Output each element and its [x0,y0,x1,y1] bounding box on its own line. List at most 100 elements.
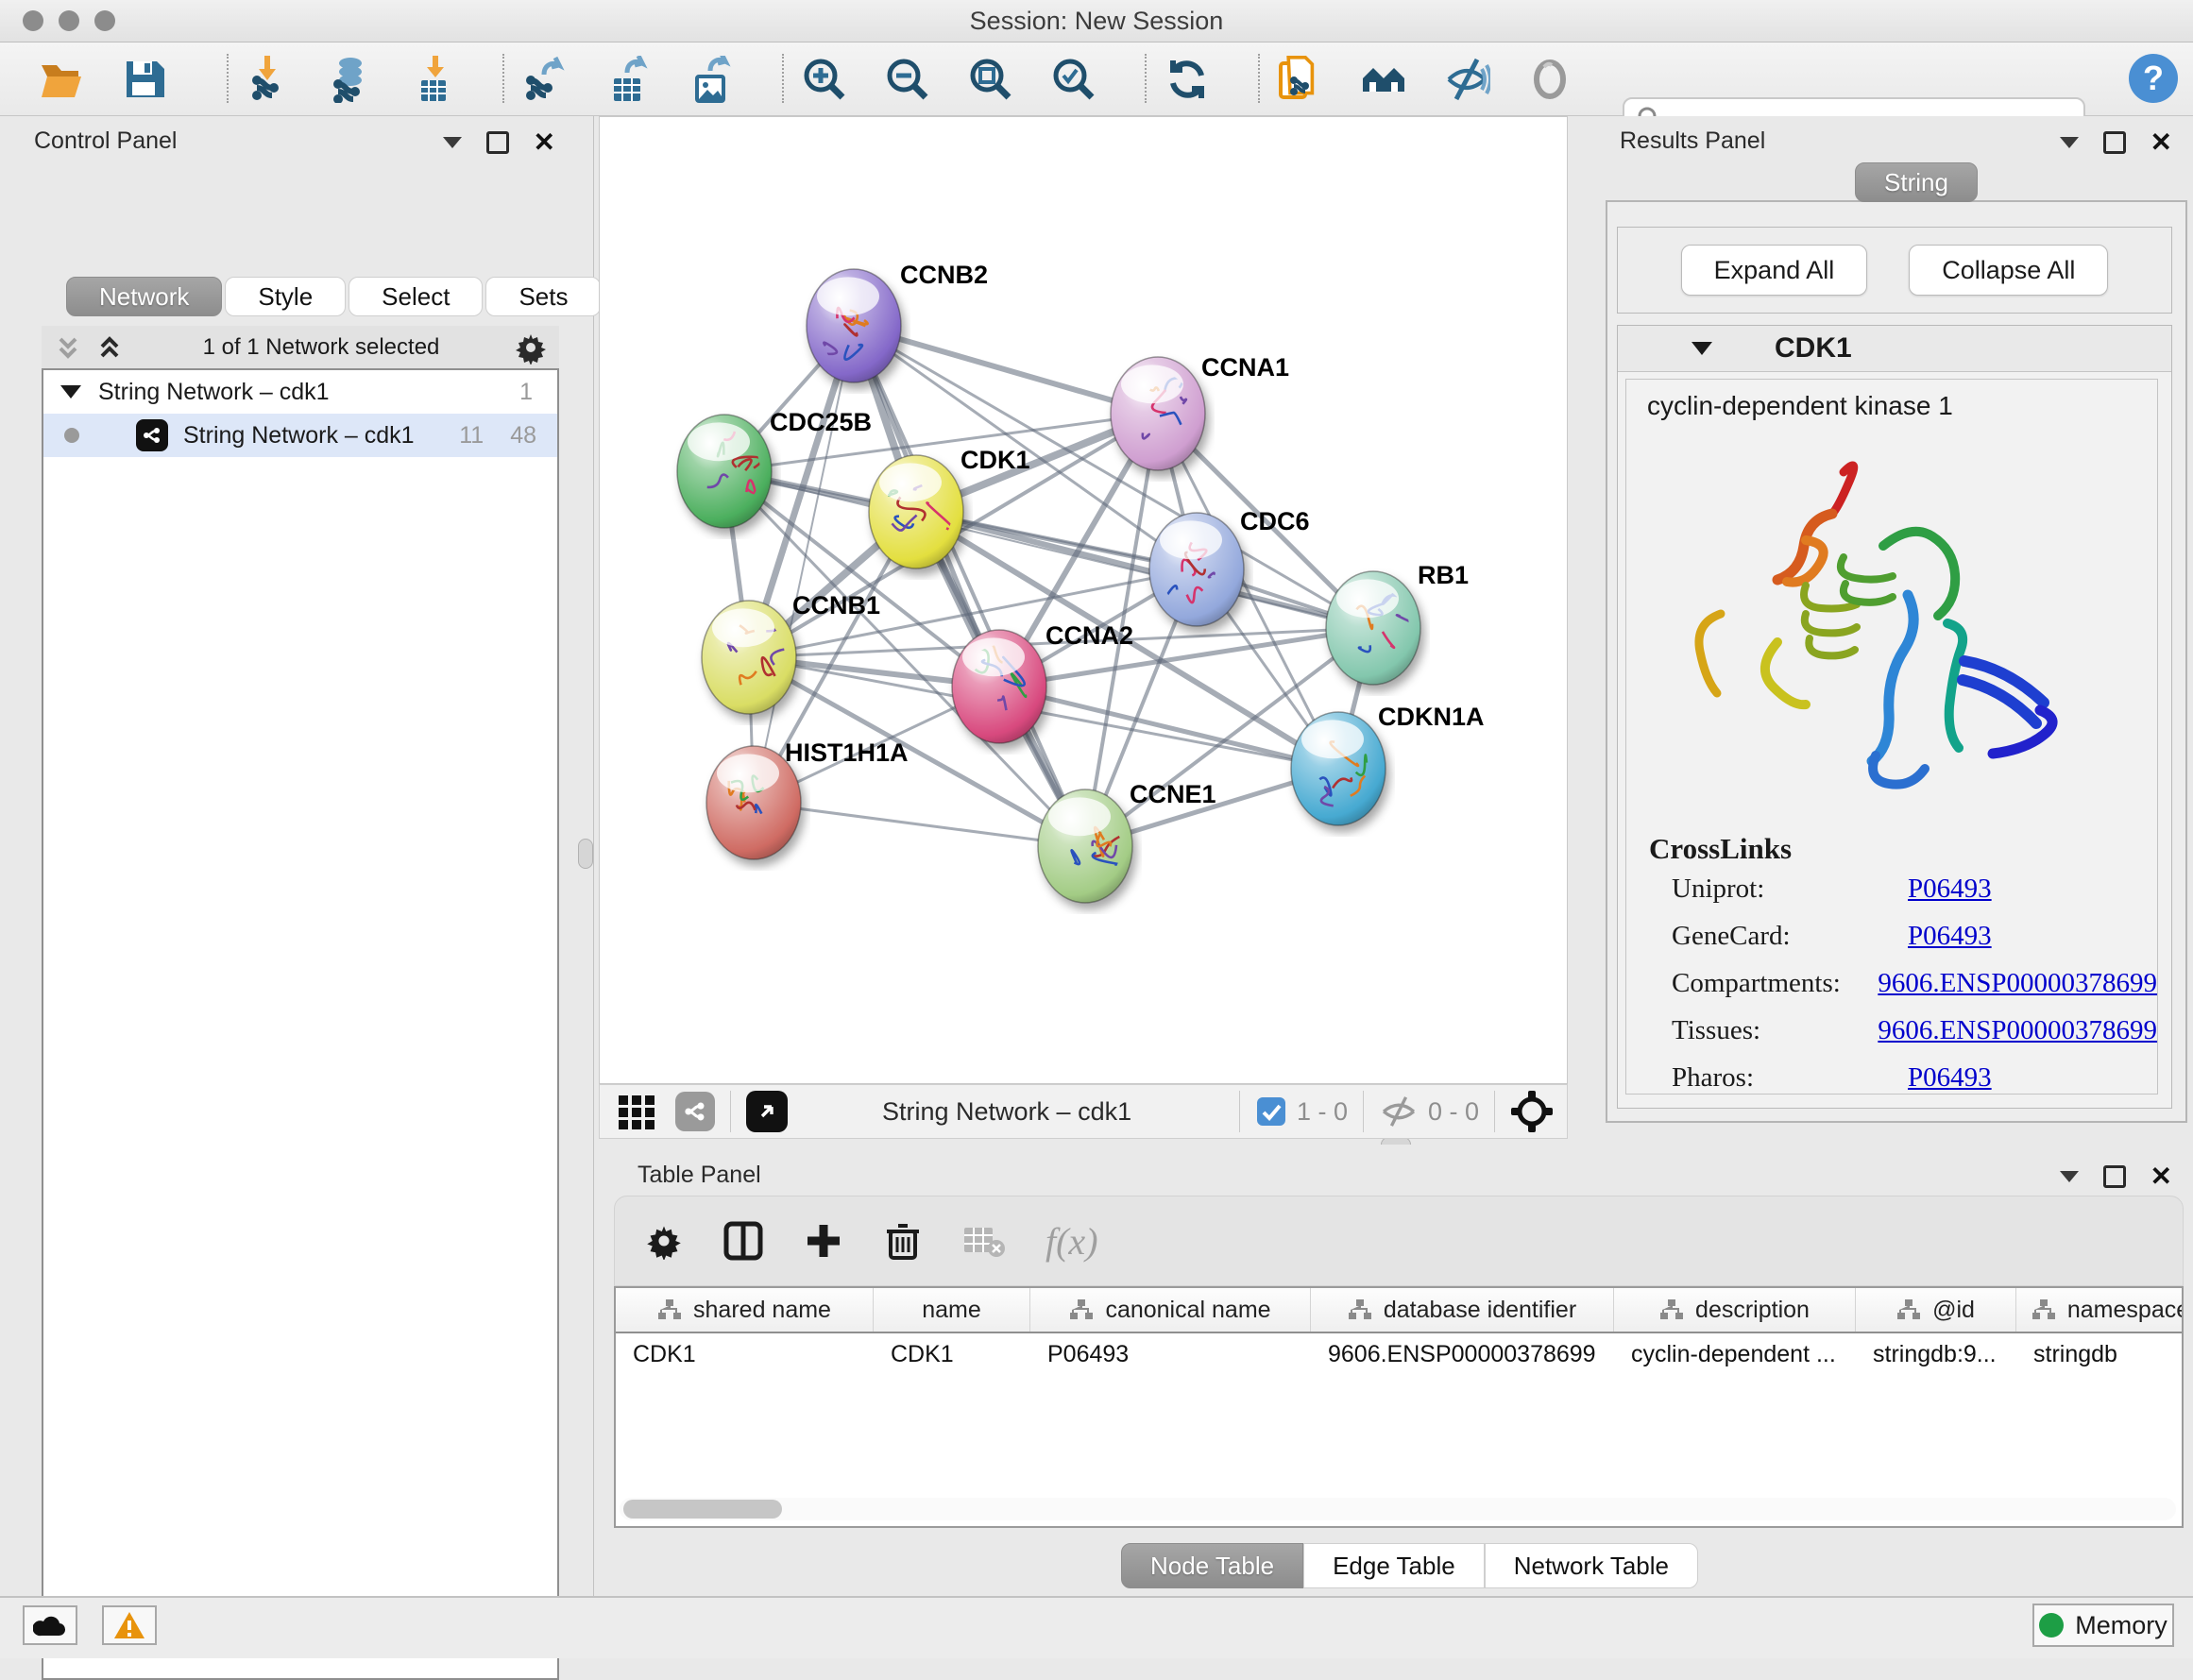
column-header-namespace[interactable]: namespace [2016,1288,2184,1332]
table-horizontal-scrollbar[interactable] [620,1498,2176,1520]
collapse-all-icon[interactable] [55,333,87,362]
table-cell[interactable]: stringdb [2016,1333,2184,1375]
node-RB1[interactable]: RB1 [1326,561,1469,685]
birdseye-view-icon[interactable] [746,1091,788,1132]
table-panel-menu-icon[interactable] [2060,1171,2079,1182]
delete-column-icon[interactable] [883,1220,923,1262]
zoom-fit-icon[interactable] [967,56,1014,103]
crosslink-link[interactable]: 9606.ENSP00000378699 [1878,1015,2157,1046]
import-network-database-icon[interactable] [327,56,374,103]
tab-node-table[interactable]: Node Table [1121,1543,1303,1588]
window-title: Session: New Session [0,7,2193,36]
import-table-icon[interactable] [410,56,457,103]
node-label-CCNA1: CCNA1 [1201,353,1289,382]
import-network-file-icon[interactable] [244,56,291,103]
node-CDK1[interactable]: CDK1 [869,446,1030,568]
control-panel-float-icon[interactable] [486,131,509,154]
crosslink-link[interactable]: P06493 [1908,874,1992,905]
tab-select[interactable]: Select [348,277,483,316]
show-columns-icon[interactable] [722,1220,764,1262]
collapse-all-button[interactable]: Collapse All [1909,245,2108,296]
table-cell[interactable]: 9606.ENSP00000378699 [1311,1333,1614,1375]
table-options-gear-icon[interactable] [645,1222,683,1260]
grid-view-icon[interactable] [617,1092,656,1131]
scrollbar-thumb[interactable] [623,1500,782,1519]
clone-network-icon[interactable] [1277,56,1324,103]
node-label-RB1: RB1 [1418,561,1469,589]
gene-card-collapse-icon[interactable] [1692,342,1712,355]
node-CDKN1A[interactable]: CDKN1A [1291,703,1485,825]
selected-checkbox-icon[interactable] [1255,1095,1287,1128]
control-panel: Control Panel ✕ NetworkStyleSelectSets 1… [0,116,594,1596]
cloud-button[interactable] [23,1605,77,1645]
column-header-label: name [922,1297,981,1324]
help-icon[interactable]: ? [2127,52,2180,105]
string-view-icon[interactable] [675,1092,715,1131]
table-row[interactable]: CDK1CDK1P064939606.ENSP00000378699cyclin… [616,1333,2182,1375]
table-cell[interactable]: stringdb:9... [1856,1333,2016,1375]
tab-network[interactable]: Network [66,277,222,316]
memory-button[interactable]: Memory [2032,1604,2174,1647]
tab-network-table[interactable]: Network Table [1485,1543,1698,1588]
crosslink-link[interactable]: P06493 [1908,1062,1992,1094]
crosslink-link[interactable]: 9606.ENSP00000378699 [1878,968,2157,999]
edge-HIST1H1A-CCNE1[interactable] [754,803,1085,846]
expand-all-button[interactable]: Expand All [1681,245,1868,296]
left-splitter-handle[interactable] [578,839,593,869]
crosslink-label: Tissues: [1672,1015,1878,1046]
table-cell[interactable]: CDK1 [874,1333,1030,1375]
hide-graphics-details-icon[interactable] [1443,56,1490,103]
column-header-name[interactable]: name [874,1288,1030,1332]
refresh-icon[interactable] [1164,56,1211,103]
results-panel-close-icon[interactable]: ✕ [2150,134,2172,151]
warnings-button[interactable] [102,1605,157,1645]
column-header-shared-name[interactable]: shared name [616,1288,874,1332]
zoom-out-icon[interactable] [884,56,931,103]
tab-sets[interactable]: Sets [485,277,601,316]
edge-CCNB2-HIST1H1A[interactable] [754,326,854,803]
gene-card-header[interactable]: CDK1 [1618,326,2171,372]
save-session-icon[interactable] [121,56,168,103]
zoom-selected-icon[interactable] [1050,56,1097,103]
expand-all-icon[interactable] [96,333,128,362]
export-network-icon[interactable] [521,56,569,103]
zoom-in-icon[interactable] [801,56,848,103]
edge-CCNB2-CCNE1[interactable] [854,326,1085,846]
tree-expand-icon[interactable] [60,385,81,399]
tab-string[interactable]: String [1855,162,1978,202]
node-CCNB2[interactable]: CCNB2 [807,261,988,382]
export-image-icon[interactable] [688,56,735,103]
node-CCNE1[interactable]: CCNE1 [1038,780,1216,903]
crosslink-link[interactable]: P06493 [1908,921,1992,952]
control-panel-close-icon[interactable]: ✕ [534,134,555,151]
table-panel-float-icon[interactable] [2103,1165,2126,1188]
bird-instance-icon[interactable] [1526,56,1573,103]
node-label-CDKN1A: CDKN1A [1378,703,1485,731]
network-canvas[interactable]: CCNB2CCNA1CDC25BCDK1CDC6RB1CCNB1CCNA2CDK… [599,116,1568,1084]
network-options-gear-icon[interactable] [514,331,548,365]
hidden-eye-icon[interactable] [1379,1095,1419,1128]
table-cell[interactable]: cyclin-dependent ... [1614,1333,1856,1375]
fit-selected-crosshair-icon[interactable] [1510,1090,1554,1133]
show-all-views-icon[interactable] [1360,56,1407,103]
column-header-database-identifier[interactable]: database identifier [1311,1288,1614,1332]
network-collection-row[interactable]: String Network – cdk1 1 [43,370,557,414]
column-header-description[interactable]: description [1614,1288,1856,1332]
results-panel-menu-icon[interactable] [2060,137,2079,148]
tab-style[interactable]: Style [225,277,346,316]
add-column-icon[interactable] [804,1221,843,1261]
export-table-icon[interactable] [604,56,652,103]
results-panel-float-icon[interactable] [2103,131,2126,154]
node-HIST1H1A[interactable]: HIST1H1A [706,738,909,859]
control-panel-menu-icon[interactable] [443,137,462,148]
table-panel-close-icon[interactable]: ✕ [2150,1168,2172,1185]
open-session-icon[interactable] [38,56,85,103]
network-graph[interactable]: CCNB2CCNA1CDC25BCDK1CDC6RB1CCNB1CCNA2CDK… [600,117,1567,1083]
network-view-title: String Network – cdk1 [882,1097,1131,1127]
tab-edge-table[interactable]: Edge Table [1303,1543,1485,1588]
network-row[interactable]: String Network – cdk1 11 48 [43,414,557,457]
column-header-@id[interactable]: @id [1856,1288,2016,1332]
column-header-canonical-name[interactable]: canonical name [1030,1288,1311,1332]
table-cell[interactable]: P06493 [1030,1333,1311,1375]
table-cell[interactable]: CDK1 [616,1333,874,1375]
